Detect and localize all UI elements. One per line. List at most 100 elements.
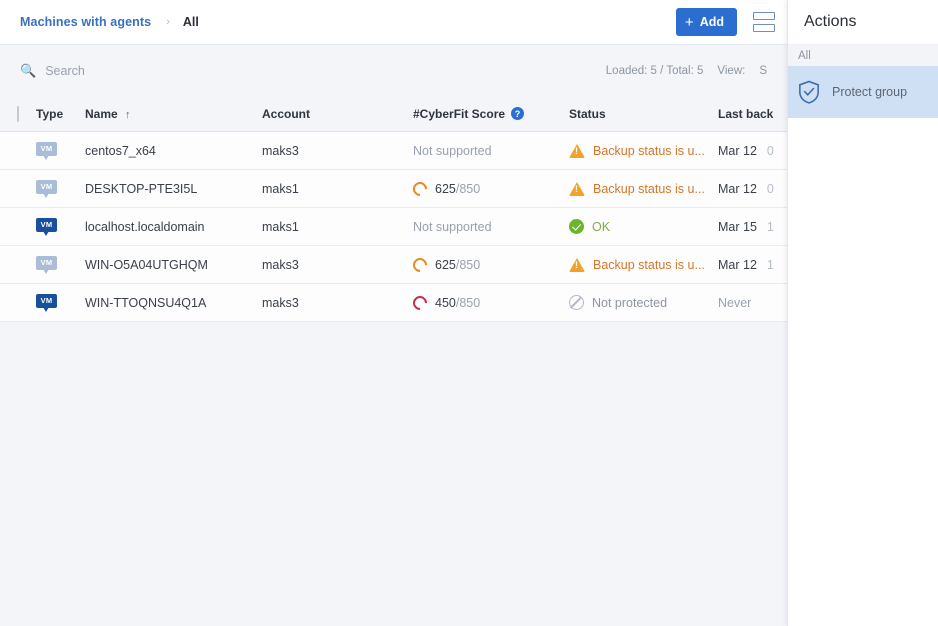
row-type-cell: VM xyxy=(36,216,85,237)
app-window: Machines with agents › All + Add 🔍 Searc… xyxy=(0,0,938,626)
machines-table: Type Name ↑ Account #CyberFit Score ? St… xyxy=(0,96,787,322)
row-cyberfit-score-cell: Not supported xyxy=(413,220,569,234)
vm-badge-label: VM xyxy=(36,218,57,232)
vm-icon-bold: VM xyxy=(36,294,57,313)
column-header-type[interactable]: Type xyxy=(36,107,85,121)
add-button[interactable]: + Add xyxy=(676,8,737,36)
search-icon: 🔍 xyxy=(20,63,36,79)
select-all-cell xyxy=(0,107,36,121)
row-type-cell: VM xyxy=(36,254,85,275)
table-row[interactable]: VM localhost.localdomainmaks1Not supporte… xyxy=(0,208,787,246)
row-account-cell: maks3 xyxy=(262,258,413,272)
warning-icon xyxy=(569,182,585,196)
search-placeholder: Search xyxy=(45,64,85,78)
table-row[interactable]: VMDESKTOP-PTE3I5Lmaks1625/850Backup stat… xyxy=(0,170,787,208)
column-header-last-backup[interactable]: Last back xyxy=(718,107,787,121)
row-account-cell: maks3 xyxy=(262,296,413,310)
row-status-text: Backup status is u... xyxy=(593,144,705,158)
table-row[interactable]: VMcentos7_x64maks3Not supportedBackup st… xyxy=(0,132,787,170)
row-last-backup-date: Mar 12 xyxy=(718,258,757,272)
check-circle-icon xyxy=(569,219,584,234)
row-status-cell: Backup status is u... xyxy=(569,144,718,158)
vm-badge-label: VM xyxy=(36,294,57,308)
column-header-account[interactable]: Account xyxy=(262,107,413,121)
row-name-cell[interactable]: WIN-TTOQNSU4Q1A xyxy=(85,296,262,310)
column-header-cyberfit-label: #CyberFit Score xyxy=(413,107,505,121)
row-status-cell: Not protected xyxy=(569,295,718,310)
row-last-backup-cell: Mar 12 0 xyxy=(718,144,787,158)
table-row[interactable]: VMWIN-O5A04UTGHQMmaks3625/850Backup stat… xyxy=(0,246,787,284)
list-view-icon[interactable] xyxy=(753,12,775,32)
row-status-cell: Backup status is u... xyxy=(569,182,718,196)
column-header-cyberfit-score[interactable]: #CyberFit Score ? xyxy=(413,107,569,121)
row-name-cell[interactable]: centos7_x64 xyxy=(85,144,262,158)
top-bar: Machines with agents › All + Add xyxy=(0,0,787,45)
vm-badge-label: VM xyxy=(36,256,57,270)
select-all-checkbox[interactable] xyxy=(17,106,19,122)
actions-panel: Actions All Protect group xyxy=(787,0,938,626)
breadcrumb-current: All xyxy=(183,15,199,29)
column-header-status[interactable]: Status xyxy=(569,107,718,121)
score-ring-icon xyxy=(410,179,430,199)
row-status-cell: Backup status is u... xyxy=(569,258,718,272)
row-account-cell: maks1 xyxy=(262,220,413,234)
vm-icon-bold: VM xyxy=(36,218,57,237)
list-view-row-top xyxy=(753,12,775,20)
row-last-backup-date: Mar 12 xyxy=(718,144,757,158)
row-cyberfit-score-cell: Not supported xyxy=(413,144,569,158)
score-value: 625 xyxy=(435,258,456,272)
table-body: VMcentos7_x64maks3Not supportedBackup st… xyxy=(0,132,787,322)
row-last-backup-time: 0 xyxy=(767,144,774,158)
action-item-label: Protect group xyxy=(832,85,907,99)
row-last-backup-date: Never xyxy=(718,296,751,310)
breadcrumb: Machines with agents › All xyxy=(20,15,199,29)
row-status-text: OK xyxy=(592,220,610,234)
row-status-text: Not protected xyxy=(592,296,667,310)
row-last-backup-date: Mar 15 xyxy=(718,220,757,234)
help-icon[interactable]: ? xyxy=(511,107,524,120)
row-last-backup-cell: Mar 15 1 xyxy=(718,220,787,234)
vm-badge-label: VM xyxy=(36,180,57,194)
row-status-text: Backup status is u... xyxy=(593,258,705,272)
actions-panel-title: Actions xyxy=(788,0,938,45)
action-item-protect-group[interactable]: Protect group xyxy=(788,66,938,118)
row-score-unsupported: Not supported xyxy=(413,220,492,234)
breadcrumb-root-link[interactable]: Machines with agents xyxy=(20,15,151,29)
score-ring-icon xyxy=(410,293,430,313)
view-label: View: xyxy=(717,65,745,77)
row-last-backup-cell: Mar 121 xyxy=(718,258,787,272)
vm-stand xyxy=(43,155,49,160)
list-view-row-bottom xyxy=(753,24,775,32)
score-max: /850 xyxy=(456,258,480,272)
row-cyberfit-score-cell: 625/850 xyxy=(413,258,569,272)
row-status-cell: OK xyxy=(569,219,718,234)
vm-stand xyxy=(43,193,49,198)
table-header-row: Type Name ↑ Account #CyberFit Score ? St… xyxy=(0,96,787,132)
table-row[interactable]: VM WIN-TTOQNSU4Q1Amaks3450/850 Not protect… xyxy=(0,284,787,322)
vm-stand xyxy=(43,307,49,312)
column-header-name[interactable]: Name ↑ xyxy=(85,107,262,121)
not-allowed-icon xyxy=(569,295,584,310)
view-value[interactable]: S xyxy=(759,65,767,77)
main-content: Machines with agents › All + Add 🔍 Searc… xyxy=(0,0,787,626)
row-cyberfit-score-cell: 450/850 xyxy=(413,296,569,310)
search-input[interactable]: 🔍 Search xyxy=(20,63,85,79)
score-max: /850 xyxy=(456,296,480,310)
row-score-text: 625/850 xyxy=(435,182,480,196)
row-name-cell[interactable]: DESKTOP-PTE3I5L xyxy=(85,182,262,196)
search-strip: 🔍 Search Loaded: 5 / Total: 5 View: S xyxy=(0,45,787,96)
score-max: /850 xyxy=(456,182,480,196)
add-button-label: Add xyxy=(700,15,724,29)
plus-icon: + xyxy=(685,15,694,30)
sort-ascending-icon: ↑ xyxy=(125,109,131,121)
row-name-cell[interactable]: WIN-O5A04UTGHQM xyxy=(85,258,262,272)
row-last-backup-time: 0 xyxy=(767,182,774,196)
vm-icon-dim: VM xyxy=(36,180,57,199)
top-bar-actions: + Add xyxy=(676,8,779,36)
row-type-cell: VM xyxy=(36,140,85,161)
row-name-cell[interactable]: localhost.localdomain xyxy=(85,220,262,234)
row-last-backup-time: 1 xyxy=(767,220,774,234)
warning-icon xyxy=(569,144,585,158)
row-last-backup-cell: Never xyxy=(718,296,787,310)
loaded-total-text: Loaded: 5 / Total: 5 xyxy=(606,65,704,77)
